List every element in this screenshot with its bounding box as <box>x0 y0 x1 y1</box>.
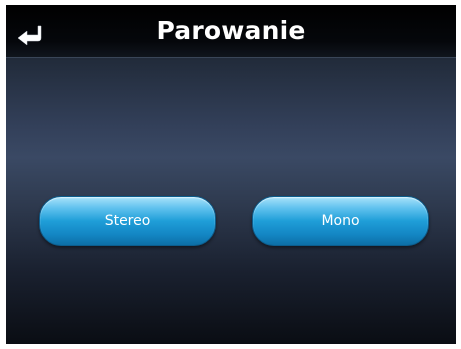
mono-button[interactable]: Mono <box>252 196 429 246</box>
header-bar: Parowanie <box>6 5 456 58</box>
mono-button-label: Mono <box>321 213 360 229</box>
pairing-screen: Parowanie Stereo Mono <box>6 5 456 344</box>
page-title: Parowanie <box>156 16 306 45</box>
stereo-button[interactable]: Stereo <box>39 196 216 246</box>
stereo-button-label: Stereo <box>104 213 151 229</box>
